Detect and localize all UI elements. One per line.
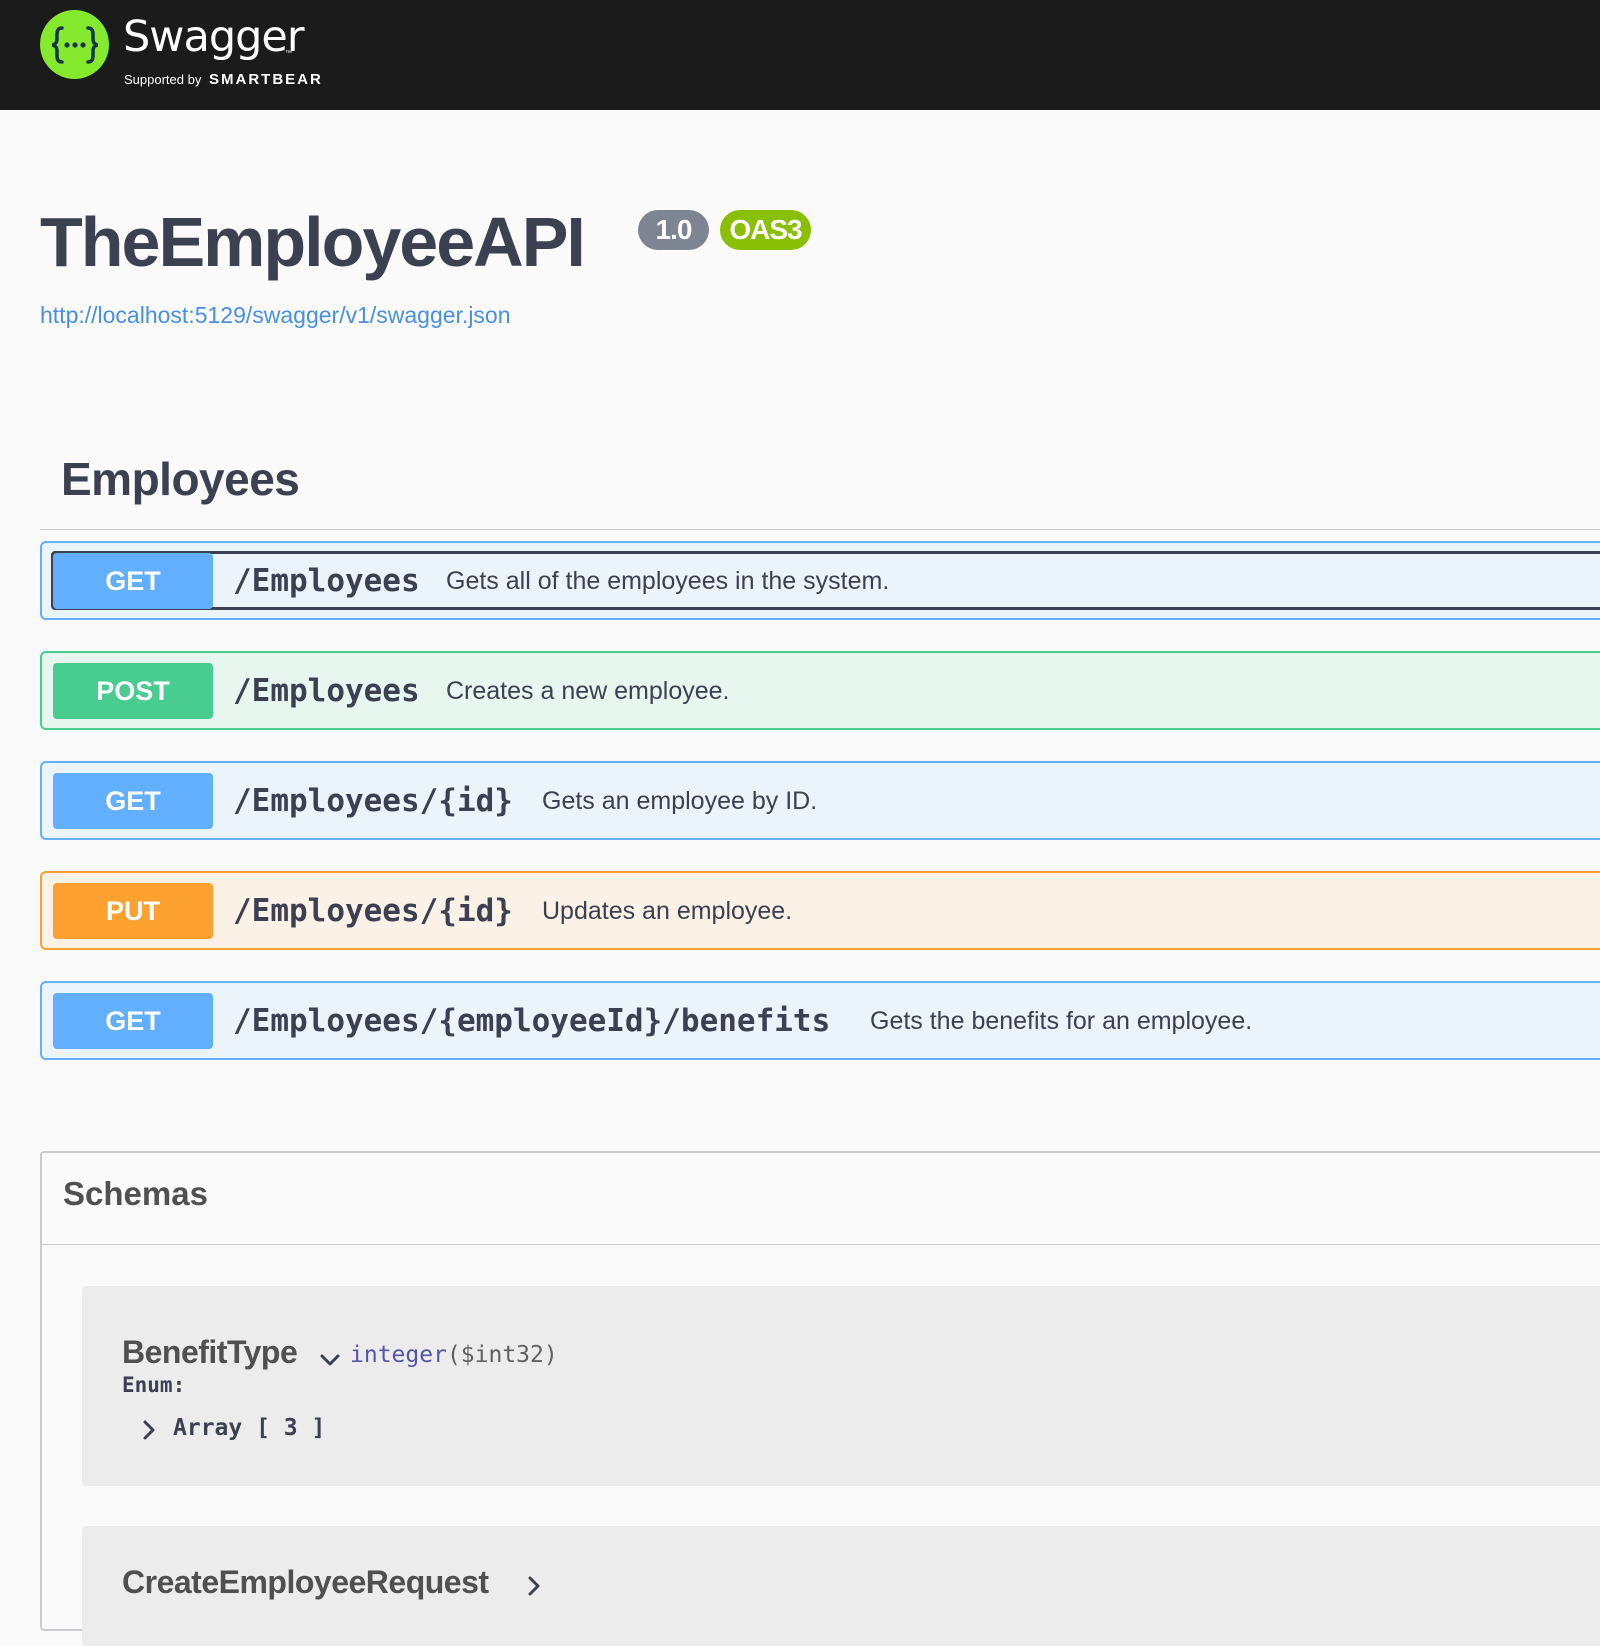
version-badge: 1.0 xyxy=(638,210,709,250)
brand-name: Swagger xyxy=(123,12,305,62)
operation-put-employee-by-id[interactable]: PUT /Employees/{id} Updates an employee. xyxy=(40,871,1600,950)
method-badge: GET xyxy=(53,773,213,829)
operation-path: /Employees/{employeeId}/benefits xyxy=(233,1003,831,1039)
swagger-logo[interactable] xyxy=(40,10,109,79)
method-badge: GET xyxy=(53,553,213,609)
supported-by-label: Supported by xyxy=(124,72,202,87)
tag-section-header[interactable]: Employees xyxy=(40,444,1600,530)
model-type: integer($int32) xyxy=(350,1342,558,1368)
operation-get-employee-by-id[interactable]: GET /Employees/{id} Gets an employee by … xyxy=(40,761,1600,840)
tag-title: Employees xyxy=(61,453,300,505)
model-benefit-type: BenefitType integer($int32) Enum: Array … xyxy=(82,1286,1600,1486)
operation-path: /Employees/{id} xyxy=(233,783,513,819)
operation-path: /Employees xyxy=(233,563,420,599)
operation-summary: Updates an employee. xyxy=(542,897,793,925)
operation-get-employee-benefits[interactable]: GET /Employees/{employeeId}/benefits Get… xyxy=(40,981,1600,1060)
enum-array-summary[interactable]: Array [ 3 ] xyxy=(173,1415,325,1441)
spec-url-link[interactable]: http://localhost:5129/swagger/v1/swagger… xyxy=(40,302,511,329)
operation-summary: Gets an employee by ID. xyxy=(542,787,818,815)
method-badge: GET xyxy=(53,993,213,1049)
schemas-section: Schemas BenefitType integer($int32) Enum… xyxy=(40,1151,1600,1646)
model-format: ($int32) xyxy=(446,1342,558,1368)
model-name[interactable]: CreateEmployeeRequest xyxy=(122,1564,489,1601)
chevron-down-icon[interactable] xyxy=(318,1348,342,1372)
model-type-name: integer xyxy=(350,1342,447,1368)
method-badge: PUT xyxy=(53,883,213,939)
oas-badge: OAS3 xyxy=(720,210,811,250)
api-title: TheEmployeeAPI xyxy=(40,203,586,281)
operation-summary: Gets the benefits for an employee. xyxy=(870,1007,1253,1035)
model-create-employee-request: CreateEmployeeRequest xyxy=(82,1526,1600,1646)
operation-get-employees[interactable]: GET /Employees Gets all of the employees… xyxy=(40,541,1600,620)
company-name: SMARTBEAR xyxy=(209,71,323,88)
brand-trademark: ™ xyxy=(285,50,292,57)
method-badge: POST xyxy=(53,663,213,719)
chevron-right-icon[interactable] xyxy=(522,1574,546,1598)
operation-path: /Employees xyxy=(233,673,420,709)
operation-summary: Gets all of the employees in the system. xyxy=(446,567,890,595)
schemas-title: Schemas xyxy=(63,1175,208,1212)
swagger-braces-icon xyxy=(51,25,98,64)
schemas-header[interactable]: Schemas xyxy=(42,1153,1600,1245)
enum-label: Enum: xyxy=(122,1373,186,1397)
operation-post-employees[interactable]: POST /Employees Creates a new employee. xyxy=(40,651,1600,730)
operation-path: /Employees/{id} xyxy=(233,893,513,929)
model-name[interactable]: BenefitType xyxy=(122,1334,298,1371)
chevron-right-icon[interactable] xyxy=(139,1418,159,1442)
operation-summary: Creates a new employee. xyxy=(446,677,730,705)
topbar: Swagger ™ Supported by SMARTBEAR xyxy=(0,0,1600,110)
